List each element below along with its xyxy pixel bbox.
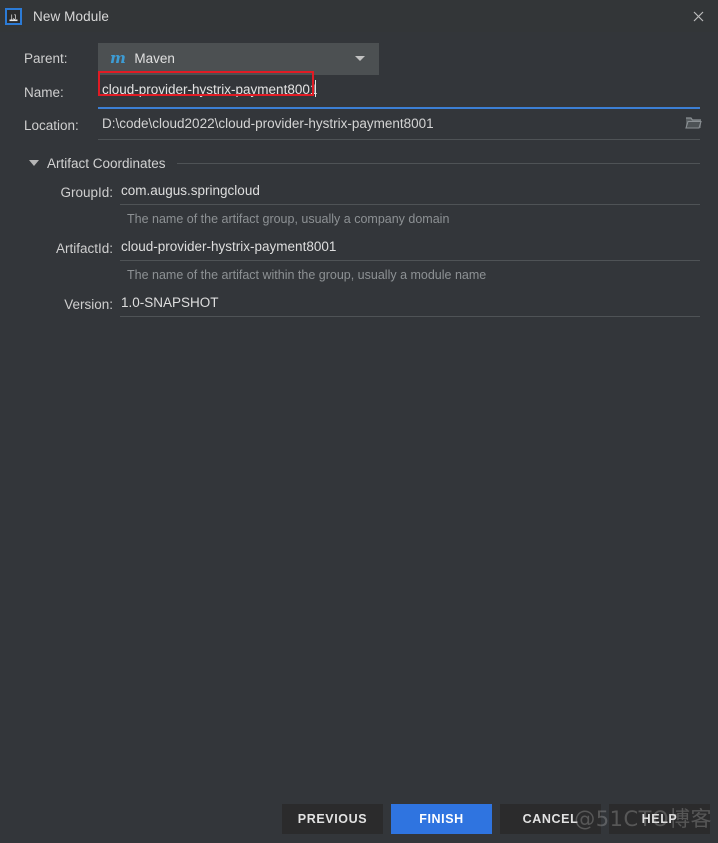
dialog-title-bar: IJ New Module [0,0,718,32]
version-input[interactable]: 1.0-SNAPSHOT [120,289,700,319]
groupid-input[interactable]: com.augus.springcloud [120,177,700,207]
location-field-underline [98,139,700,140]
location-label: Location: [24,118,79,133]
artifact-coordinates-title: Artifact Coordinates [47,155,166,171]
groupid-label: GroupId: [60,184,113,200]
artifactid-hint: The name of the artifact within the grou… [127,268,487,282]
artifactid-label: ArtifactId: [55,240,113,256]
artifactid-row: ArtifactId: cloud-provider-hystrix-payme… [0,233,718,263]
dialog-button-bar: PREVIOUS FINISH CANCEL HELP [0,795,718,843]
groupid-hint: The name of the artifact group, usually … [127,212,450,226]
new-module-form: Parent: m Maven Name: cloud-provider-hys… [0,32,718,319]
close-icon[interactable] [687,5,709,27]
finish-button[interactable]: FINISH [391,804,492,834]
cancel-button[interactable]: CANCEL [500,804,601,834]
artifactid-input-value: cloud-provider-hystrix-payment8001 [121,239,337,254]
section-divider [176,162,700,164]
help-button[interactable]: HELP [609,804,710,834]
groupid-field-underline [120,204,700,205]
artifactid-field-underline [120,260,700,261]
parent-selected-value: Maven [134,51,175,66]
version-field-underline [120,316,700,317]
version-input-value: 1.0-SNAPSHOT [121,295,219,310]
location-input-value: D:\code\cloud2022\cloud-provider-hystrix… [102,116,434,131]
name-input-value: cloud-provider-hystrix-payment8001 [102,82,318,97]
triangle-down-icon [29,160,39,166]
maven-icon: m [110,48,126,67]
parent-select[interactable]: m Maven [98,42,379,75]
dialog-title: New Module [33,8,110,24]
chevron-down-icon [355,56,365,61]
previous-button[interactable]: PREVIOUS [282,804,383,834]
groupid-input-value: com.augus.springcloud [121,183,260,198]
name-input[interactable]: cloud-provider-hystrix-payment8001 [98,71,700,109]
artifactid-input[interactable]: cloud-provider-hystrix-payment8001 [120,233,700,263]
location-row: Location: D:\code\cloud2022\cloud-provid… [0,109,718,142]
folder-icon[interactable] [685,116,702,135]
location-input[interactable]: D:\code\cloud2022\cloud-provider-hystrix… [98,109,702,142]
artifact-coordinates-section-header[interactable]: Artifact Coordinates [0,153,718,173]
parent-row: Parent: m Maven [0,42,718,75]
version-row: Version: 1.0-SNAPSHOT [0,289,718,319]
groupid-row: GroupId: com.augus.springcloud [0,177,718,207]
name-row: Name: cloud-provider-hystrix-payment8001 [0,71,718,109]
text-caret [315,80,316,97]
parent-label: Parent: [24,51,68,66]
name-label: Name: [24,84,64,100]
version-label: Version: [64,296,113,312]
intellij-idea-icon: IJ [5,7,22,25]
